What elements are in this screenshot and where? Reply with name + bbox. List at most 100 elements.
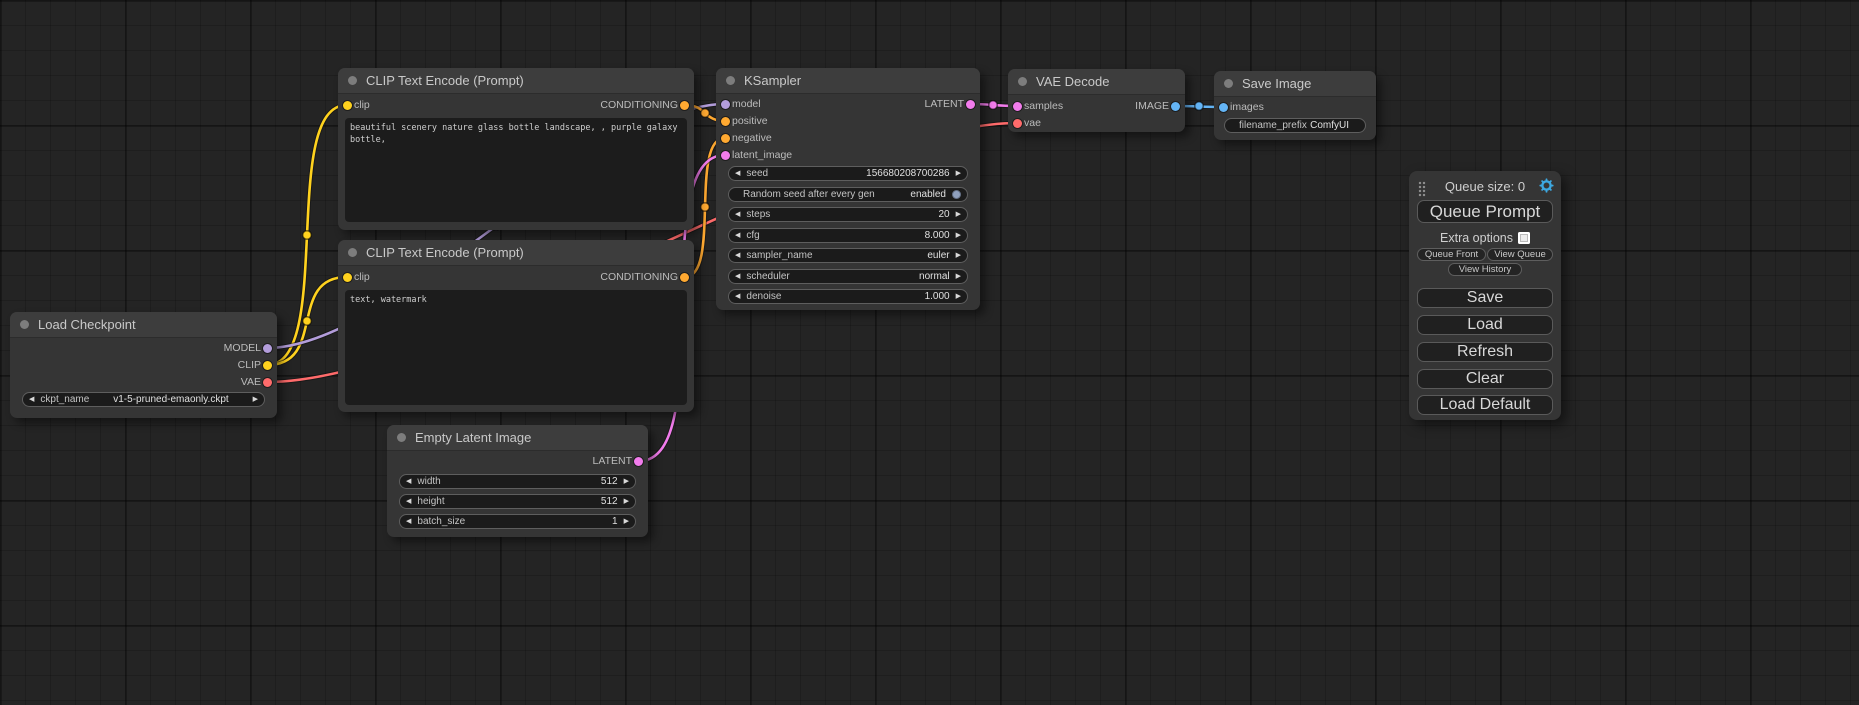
save-button[interactable]: Save <box>1417 288 1553 308</box>
input-slot-vae[interactable]: vae <box>1008 115 1185 131</box>
positive-input-dot[interactable] <box>721 117 730 126</box>
prompt-textarea[interactable]: text, watermark <box>345 290 687 405</box>
widget-ckpt-name[interactable]: ◀ ckpt_name v1-5-pruned-emaonly.ckpt ▶ <box>22 392 265 407</box>
images-input-dot[interactable] <box>1219 103 1228 112</box>
widget-batch-size[interactable]: ◀ batch_size 1 ▶ <box>399 514 636 529</box>
increment-arrow-icon[interactable]: ▶ <box>956 211 961 218</box>
node-title-bar[interactable]: Save Image <box>1214 71 1376 97</box>
graph-canvas[interactable]: Load Checkpoint MODEL CLIP VAE ◀ ckpt_na… <box>0 0 1859 705</box>
settings-gear-icon[interactable] <box>1539 178 1554 193</box>
widget-filename-prefix[interactable]: filename_prefix ComfyUI <box>1224 118 1366 133</box>
node-load-checkpoint[interactable]: Load Checkpoint MODEL CLIP VAE ◀ ckpt_na… <box>10 312 277 418</box>
next-arrow-icon[interactable]: ▶ <box>253 396 258 403</box>
view-queue-button[interactable]: View Queue <box>1487 248 1553 261</box>
input-slot-positive[interactable]: positive <box>716 113 980 129</box>
decrement-arrow-icon[interactable]: ◀ <box>406 478 411 485</box>
output-slot-image[interactable]: IMAGE <box>1008 98 1185 114</box>
collapse-dot-icon[interactable] <box>20 320 29 329</box>
load-button[interactable]: Load <box>1417 315 1553 335</box>
view-history-button[interactable]: View History <box>1448 263 1522 276</box>
next-arrow-icon[interactable]: ▶ <box>956 273 961 280</box>
collapse-dot-icon[interactable] <box>726 76 735 85</box>
node-clip-text-encode-positive[interactable]: CLIP Text Encode (Prompt) clip CONDITION… <box>338 68 694 230</box>
model-output-dot[interactable] <box>263 344 272 353</box>
prev-arrow-icon[interactable]: ◀ <box>735 273 740 280</box>
widget-height[interactable]: ◀ height 512 ▶ <box>399 494 636 509</box>
conditioning-output-dot[interactable] <box>680 273 689 282</box>
prev-arrow-icon[interactable]: ◀ <box>735 252 740 259</box>
node-title-bar[interactable]: KSampler <box>716 68 980 94</box>
vae-input-dot[interactable] <box>1013 119 1022 128</box>
conditioning-output-dot[interactable] <box>680 101 689 110</box>
input-slot-images[interactable]: images <box>1214 99 1376 115</box>
next-arrow-icon[interactable]: ▶ <box>956 252 961 259</box>
node-title-bar[interactable]: CLIP Text Encode (Prompt) <box>338 240 694 266</box>
widget-denoise[interactable]: ◀ denoise 1.000 ▶ <box>728 289 968 304</box>
node-title: CLIP Text Encode (Prompt) <box>366 73 524 88</box>
load-default-button[interactable]: Load Default <box>1417 395 1553 415</box>
output-slot-conditioning[interactable]: CONDITIONING <box>338 97 694 113</box>
latent-output-dot[interactable] <box>966 100 975 109</box>
input-slot-negative[interactable]: negative <box>716 130 980 146</box>
output-slot-conditioning[interactable]: CONDITIONING <box>338 269 694 285</box>
latent-image-input-dot[interactable] <box>721 151 730 160</box>
link-midpoint-dot <box>1195 102 1204 111</box>
collapse-dot-icon[interactable] <box>397 433 406 442</box>
prev-arrow-icon[interactable]: ◀ <box>29 396 34 403</box>
clear-button[interactable]: Clear <box>1417 369 1553 389</box>
widget-random-seed-toggle[interactable]: Random seed after every gen enabled <box>728 187 968 202</box>
node-title: VAE Decode <box>1036 74 1109 89</box>
refresh-button[interactable]: Refresh <box>1417 342 1553 362</box>
increment-arrow-icon[interactable]: ▶ <box>956 232 961 239</box>
image-output-dot[interactable] <box>1171 102 1180 111</box>
queue-prompt-button[interactable]: Queue Prompt <box>1417 200 1553 223</box>
toggle-knob[interactable] <box>952 190 961 199</box>
extra-options-checkbox[interactable] <box>1518 232 1530 244</box>
decrement-arrow-icon[interactable]: ◀ <box>735 232 740 239</box>
decrement-arrow-icon[interactable]: ◀ <box>406 518 411 525</box>
clip-output-dot[interactable] <box>263 361 272 370</box>
collapse-dot-icon[interactable] <box>1018 77 1027 86</box>
increment-arrow-icon[interactable]: ▶ <box>956 293 961 300</box>
increment-arrow-icon[interactable]: ▶ <box>956 170 961 177</box>
collapse-dot-icon[interactable] <box>348 248 357 257</box>
widget-steps[interactable]: ◀ steps 20 ▶ <box>728 207 968 222</box>
increment-arrow-icon[interactable]: ▶ <box>624 498 629 505</box>
collapse-dot-icon[interactable] <box>1224 79 1233 88</box>
output-slot-latent[interactable]: LATENT <box>387 453 648 469</box>
node-title: Load Checkpoint <box>38 317 136 332</box>
widget-cfg[interactable]: ◀ cfg 8.000 ▶ <box>728 228 968 243</box>
node-ksampler[interactable]: KSampler model LATENT positive negative … <box>716 68 980 310</box>
collapse-dot-icon[interactable] <box>348 76 357 85</box>
increment-arrow-icon[interactable]: ▶ <box>624 518 629 525</box>
node-empty-latent-image[interactable]: Empty Latent Image LATENT ◀ width 512 ▶ … <box>387 425 648 537</box>
vae-output-dot[interactable] <box>263 378 272 387</box>
output-slot-vae[interactable]: VAE <box>10 374 277 390</box>
node-clip-text-encode-negative[interactable]: CLIP Text Encode (Prompt) clip CONDITION… <box>338 240 694 412</box>
queue-menu-panel[interactable]: Queue size: 0 Queue Prompt Extra options… <box>1409 171 1561 420</box>
increment-arrow-icon[interactable]: ▶ <box>624 478 629 485</box>
negative-input-dot[interactable] <box>721 134 730 143</box>
decrement-arrow-icon[interactable]: ◀ <box>735 211 740 218</box>
latent-output-dot[interactable] <box>634 457 643 466</box>
node-save-image[interactable]: Save Image images filename_prefix ComfyU… <box>1214 71 1376 140</box>
node-vae-decode[interactable]: VAE Decode samples IMAGE vae <box>1008 69 1185 132</box>
output-slot-latent[interactable]: LATENT <box>716 96 980 112</box>
widget-width[interactable]: ◀ width 512 ▶ <box>399 474 636 489</box>
node-title-bar[interactable]: Load Checkpoint <box>10 312 277 338</box>
node-title-bar[interactable]: VAE Decode <box>1008 69 1185 95</box>
node-title-bar[interactable]: Empty Latent Image <box>387 425 648 451</box>
decrement-arrow-icon[interactable]: ◀ <box>735 293 740 300</box>
prompt-textarea[interactable]: beautiful scenery nature glass bottle la… <box>345 118 687 222</box>
node-title-bar[interactable]: CLIP Text Encode (Prompt) <box>338 68 694 94</box>
input-slot-latent-image[interactable]: latent_image <box>716 147 980 163</box>
widget-scheduler[interactable]: ◀ scheduler normal ▶ <box>728 269 968 284</box>
queue-front-button[interactable]: Queue Front <box>1417 248 1486 261</box>
node-title: Empty Latent Image <box>415 430 531 445</box>
widget-seed[interactable]: ◀ seed 156680208700286 ▶ <box>728 166 968 181</box>
widget-sampler-name[interactable]: ◀ sampler_name euler ▶ <box>728 248 968 263</box>
decrement-arrow-icon[interactable]: ◀ <box>735 170 740 177</box>
decrement-arrow-icon[interactable]: ◀ <box>406 498 411 505</box>
output-slot-clip[interactable]: CLIP <box>10 357 277 373</box>
output-slot-model[interactable]: MODEL <box>10 340 277 356</box>
